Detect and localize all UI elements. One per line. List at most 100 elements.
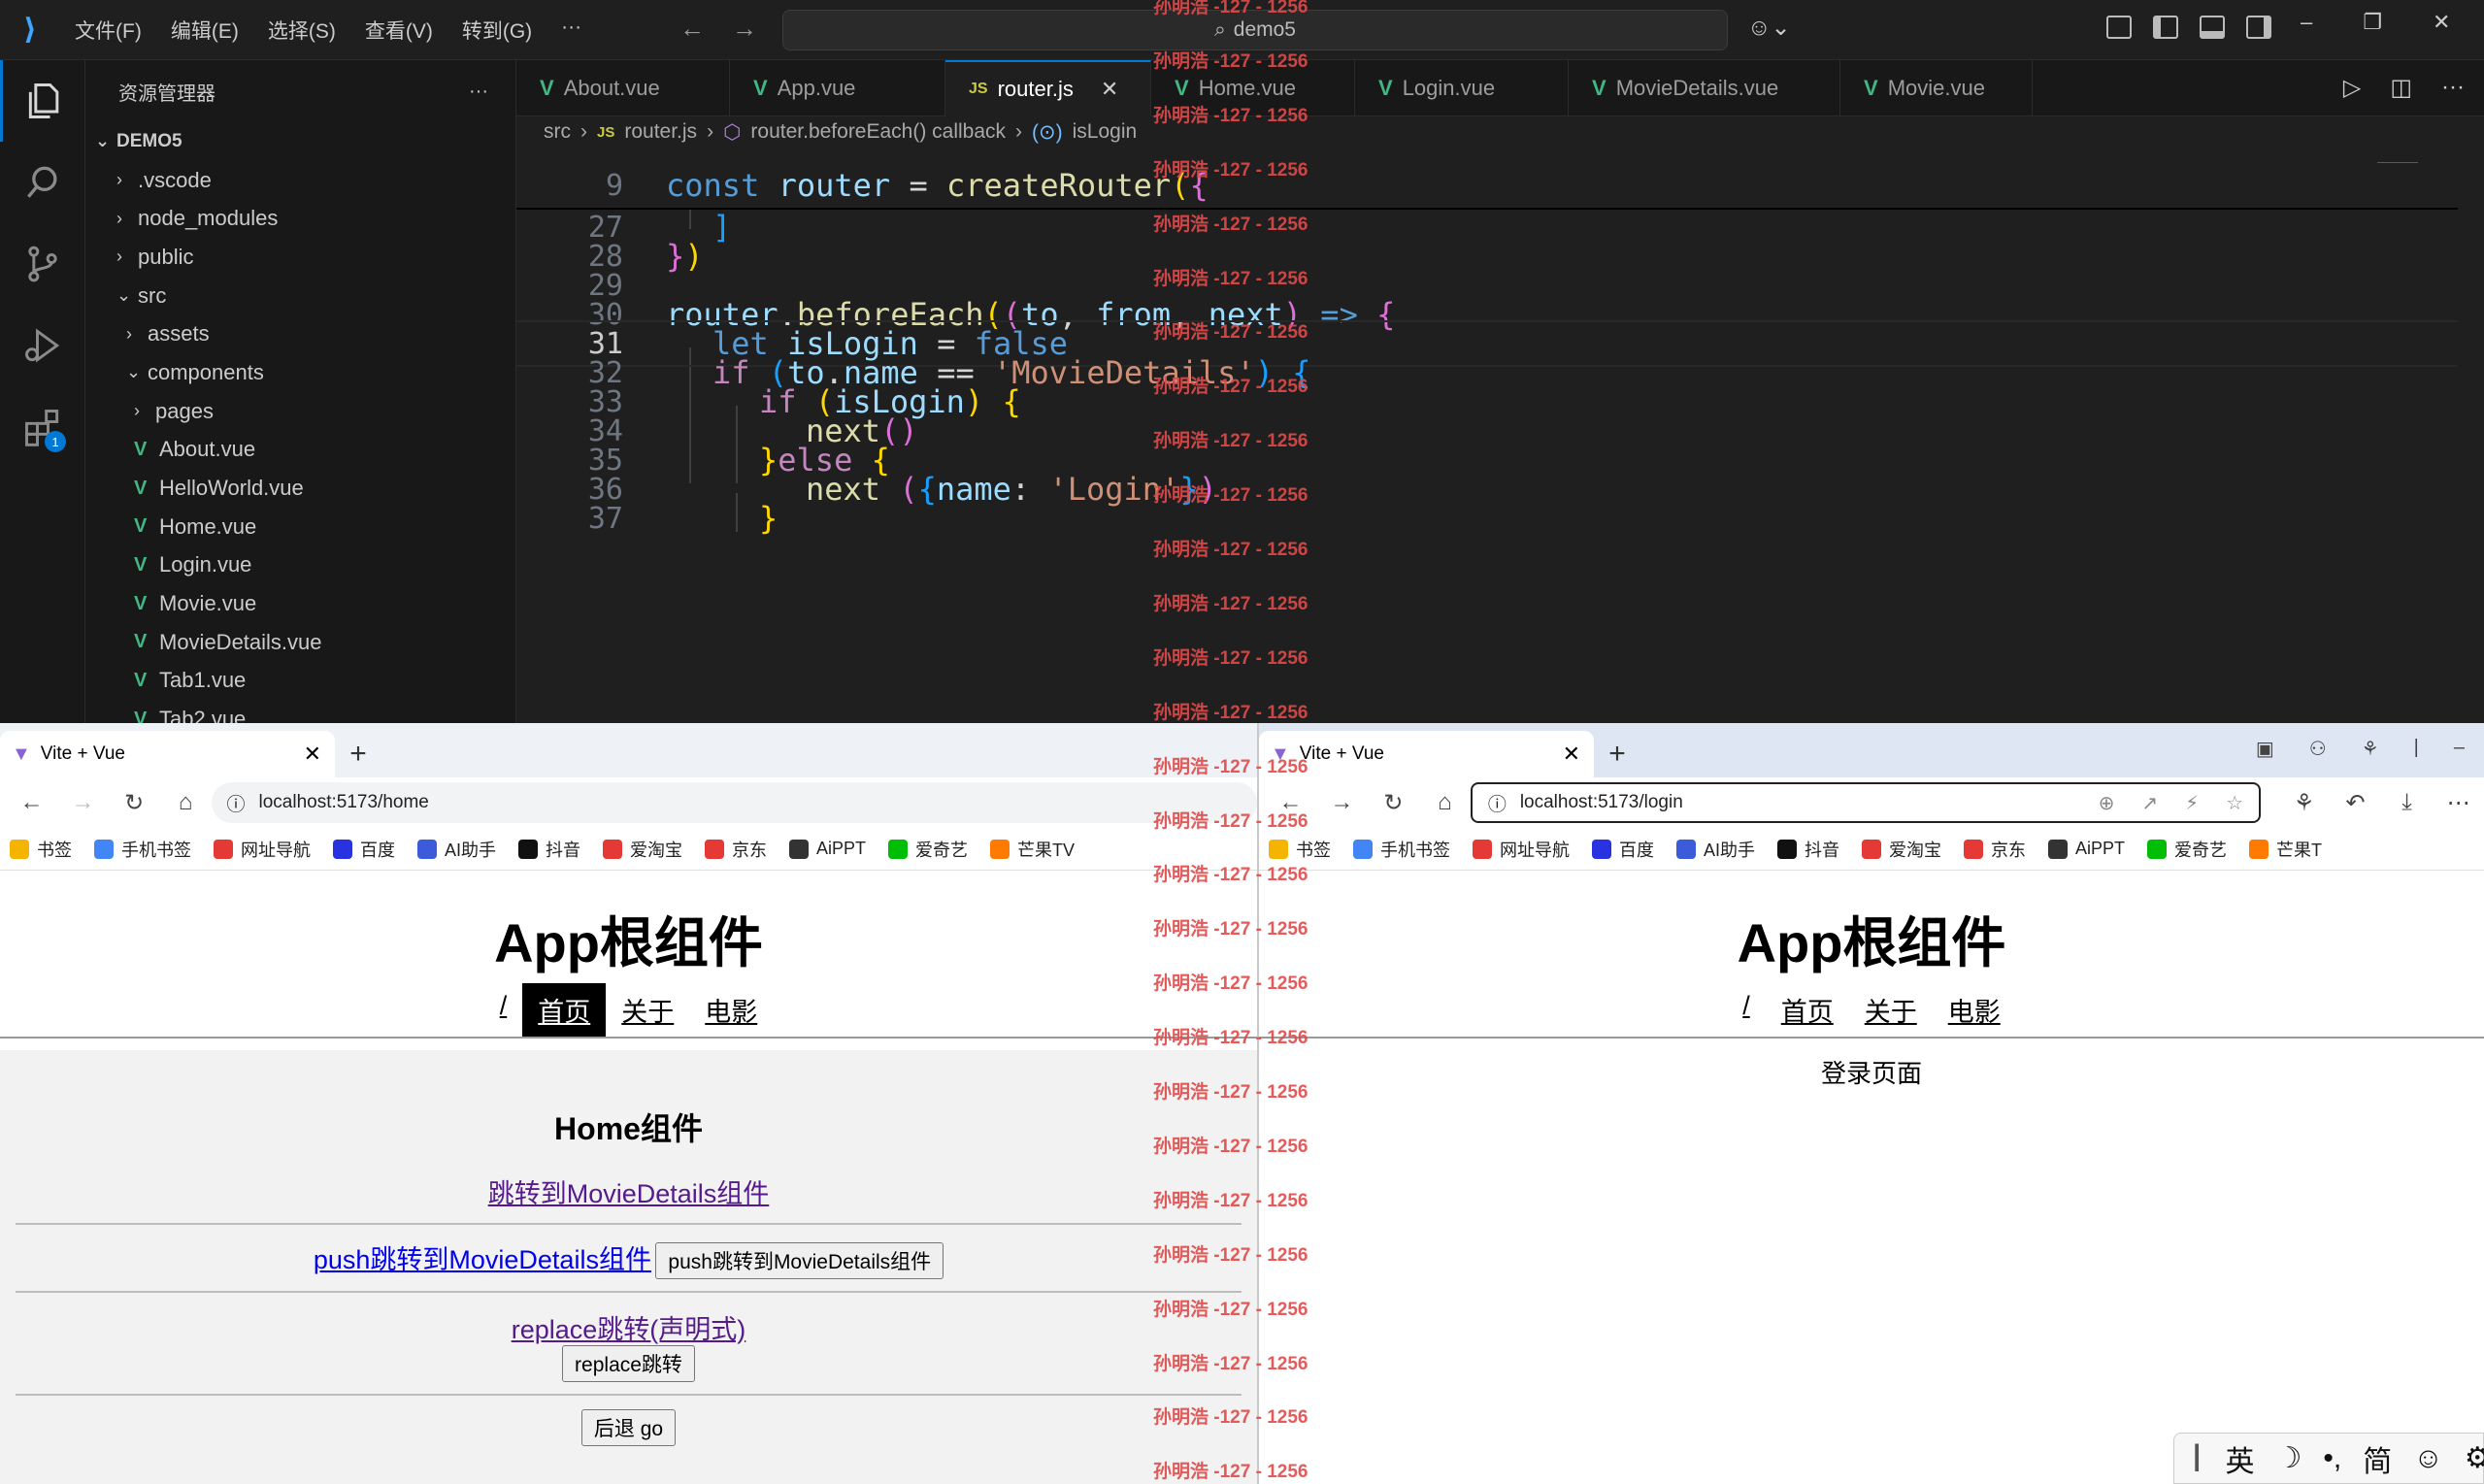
editor-tab[interactable]: V About.vue — [516, 60, 730, 116]
extensions-icon[interactable]: 1 — [0, 386, 85, 468]
punctuation-icon[interactable]: •, — [2323, 1442, 2341, 1475]
source-control-icon[interactable] — [0, 223, 85, 305]
close-tab-icon[interactable]: ✕ — [1563, 742, 1580, 767]
zoom-icon[interactable]: ⊕ — [2099, 791, 2115, 815]
explorer-more-icon[interactable]: ··· — [469, 81, 488, 103]
bookmark-item[interactable]: 书签 — [0, 837, 84, 862]
menu-more[interactable]: ··· — [546, 16, 596, 45]
bolt-icon[interactable]: ⚡ — [2185, 791, 2199, 815]
tree-item[interactable]: › assets — [85, 314, 515, 353]
site-info-icon[interactable]: ⓘ — [1488, 790, 1507, 816]
ime-language[interactable]: 英 — [2225, 1437, 2254, 1480]
tree-item[interactable]: › public — [85, 238, 515, 277]
bookmark-item[interactable]: 芒果T — [2239, 837, 2335, 862]
bookmark-item[interactable]: AI助手 — [408, 837, 509, 862]
nav-link-home[interactable]: 首页 — [522, 983, 607, 1037]
menu-view[interactable]: 查看(V) — [350, 16, 447, 45]
bookmark-item[interactable]: 手机书签 — [84, 837, 204, 862]
menu-file[interactable]: 文件(F) — [60, 16, 156, 45]
explorer-icon[interactable] — [0, 60, 85, 142]
settings-icon[interactable]: ⚙ — [2465, 1441, 2484, 1475]
emoji-icon[interactable]: ☺ — [2413, 1442, 2443, 1475]
menu-go[interactable]: 转到(G) — [447, 16, 546, 45]
run-icon[interactable]: ▷ — [2343, 74, 2361, 102]
menu-icon[interactable]: ⋯ — [2433, 789, 2484, 817]
reload-icon[interactable]: ↻ — [109, 789, 160, 817]
bookmark-item[interactable]: AI助手 — [1667, 837, 1768, 862]
tree-item[interactable]: ⌄ DEMO5 — [85, 122, 515, 161]
minimize-icon[interactable]: – — [2454, 737, 2465, 761]
moon-icon[interactable]: ☽ — [2275, 1441, 2302, 1475]
tree-item[interactable]: › .vscode — [85, 161, 515, 200]
code-editor[interactable]: 9 const router = createRouter({27] 28}) 29 3… — [516, 163, 2484, 723]
tree-item[interactable]: V Tab1.vue — [85, 662, 515, 701]
more-actions-icon[interactable]: ··· — [2441, 74, 2465, 102]
tree-item[interactable]: V Home.vue — [85, 508, 515, 546]
bookmark-item[interactable]: 手机书签 — [1343, 837, 1463, 862]
bookmark-item[interactable]: 京东 — [1954, 837, 2038, 862]
tree-item[interactable]: › pages — [85, 392, 515, 431]
push-movie-details-link[interactable]: push跳转到MovieDetails组件 — [314, 1245, 651, 1274]
minimize-icon[interactable]: – — [2301, 10, 2312, 35]
back-arrow-icon[interactable]: ← — [679, 14, 705, 44]
nav-link-home[interactable]: 首页 — [1766, 983, 1849, 1037]
push-movie-details-button[interactable]: push跳转到MovieDetails组件 — [655, 1242, 944, 1279]
bookmark-item[interactable]: 书签 — [1259, 837, 1343, 862]
search-icon[interactable] — [0, 142, 85, 223]
close-window-icon[interactable]: ✕ — [2433, 10, 2450, 35]
restore-icon[interactable]: ❐ — [2363, 10, 2382, 35]
bookmark-item[interactable]: 百度 — [1582, 837, 1667, 862]
nav-link-about[interactable]: 关于 — [606, 983, 689, 1037]
run-debug-icon[interactable] — [0, 305, 85, 386]
editor-tab[interactable]: V App.vue — [730, 60, 945, 116]
bookmark-item[interactable]: 芒果TV — [980, 837, 1087, 862]
star-icon[interactable]: ☆ — [2226, 791, 2243, 815]
extensions-icon[interactable]: ⚘ — [2362, 737, 2379, 761]
breadcrumb-file[interactable]: router.js — [624, 120, 697, 144]
home-icon[interactable]: ⌂ — [1419, 789, 1471, 816]
tree-item[interactable]: V HelloWorld.vue — [85, 469, 515, 508]
profile-icon[interactable]: ⚇ — [2309, 737, 2327, 761]
bookmark-item[interactable]: AiPPT — [2038, 839, 2137, 859]
customize-layout-icon[interactable] — [2106, 16, 2132, 39]
editor-tab[interactable]: JS router.js ✕ — [945, 60, 1151, 116]
nav-link-movie[interactable]: 电影 — [689, 983, 773, 1037]
copilot-icon[interactable]: ☺⌄ — [1747, 14, 1791, 42]
nav-link-root[interactable]: / — [1727, 983, 1766, 1037]
forward-icon[interactable]: → — [57, 789, 109, 816]
tree-item[interactable]: V Login.vue — [85, 546, 515, 585]
address-bar[interactable]: ⓘ localhost:5173/home — [211, 782, 1257, 823]
home-icon[interactable]: ⌂ — [160, 789, 212, 816]
editor-tab[interactable]: V Movie.vue — [1840, 60, 2033, 116]
bookmark-item[interactable]: 网址导航 — [204, 837, 323, 862]
bookmark-item[interactable]: 爱淘宝 — [1852, 837, 1954, 862]
back-go-button[interactable]: 后退 go — [580, 1409, 677, 1446]
extensions-toolbar-icon[interactable]: ⚘ — [2278, 789, 2330, 817]
editor-tab[interactable]: V Login.vue — [1355, 60, 1569, 116]
address-bar[interactable]: ⓘ localhost:5173/login ⊕ ↗ ⚡ ☆ — [1470, 782, 2262, 823]
split-editor-icon[interactable]: ◫ — [2390, 74, 2412, 102]
menu-edit[interactable]: 编辑(E) — [156, 16, 253, 45]
undo-icon[interactable]: ↶ — [2330, 789, 2381, 817]
replace-button[interactable]: replace跳转 — [562, 1345, 695, 1382]
replace-link[interactable]: replace跳转(声明式) — [512, 1315, 746, 1344]
bookmark-item[interactable]: 京东 — [695, 837, 779, 862]
tree-item[interactable]: › node_modules — [85, 199, 515, 238]
movie-details-link[interactable]: 跳转到MovieDetails组件 — [488, 1179, 770, 1208]
tree-item[interactable]: V Movie.vue — [85, 584, 515, 623]
new-tab-icon[interactable]: + — [1594, 731, 1640, 777]
tree-item[interactable]: V About.vue — [85, 431, 515, 470]
bookmark-item[interactable]: AiPPT — [779, 839, 878, 859]
back-icon[interactable]: ← — [6, 789, 57, 816]
tree-item[interactable]: ⌄ src — [85, 277, 515, 315]
nav-link-about[interactable]: 关于 — [1849, 983, 1933, 1037]
bookmark-item[interactable]: 抖音 — [1768, 837, 1852, 862]
download-icon[interactable]: ⤓ — [2381, 789, 2433, 816]
toggle-secondary-sidebar-icon[interactable] — [2246, 16, 2271, 39]
nav-link-movie[interactable]: 电影 — [1933, 983, 2016, 1037]
ime-mode[interactable]: 简 — [2363, 1437, 2392, 1480]
forward-arrow-icon[interactable]: → — [732, 14, 757, 44]
bookmark-item[interactable]: 爱淘宝 — [593, 837, 695, 862]
ime-handle-icon[interactable]: ┃ — [2190, 1444, 2203, 1472]
tree-item[interactable]: ⌄ components — [85, 353, 515, 392]
